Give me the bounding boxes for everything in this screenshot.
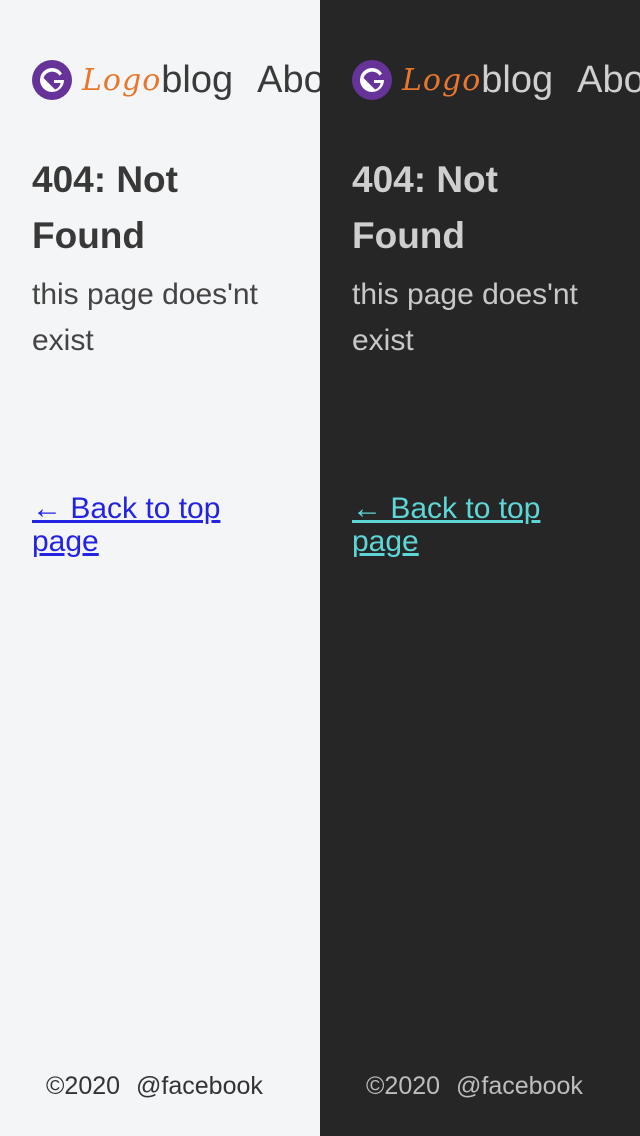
main-content: 404: Not Found this page does'nt exist — [32, 152, 292, 364]
nav-link-about[interactable]: About — [577, 59, 640, 102]
page-description: this page does'nt exist — [352, 278, 578, 357]
site-logo-text[interactable]: Logo — [402, 63, 481, 98]
site-logo-text[interactable]: Logo — [82, 63, 161, 98]
gatsby-icon[interactable] — [352, 60, 392, 100]
dark-theme-panel: Logo blog About 404: Not Found this page… — [320, 0, 640, 1136]
nav-link-blog[interactable]: blog — [481, 59, 553, 102]
copyright-text: ©2020 — [366, 1072, 441, 1100]
theme-comparison: Logo blog About 404: Not Found this page… — [0, 0, 640, 1136]
page-description: this page does'nt exist — [32, 278, 258, 357]
back-to-top-link[interactable]: ← Back to top page — [32, 492, 292, 558]
main-content: 404: Not Found this page does'nt exist — [352, 152, 612, 364]
site-header: Logo blog About — [352, 56, 640, 104]
light-theme-panel: Logo blog About 404: Not Found this page… — [0, 0, 320, 1136]
facebook-link[interactable]: @facebook — [456, 1072, 583, 1100]
nav-link-about[interactable]: About — [257, 59, 320, 102]
facebook-link[interactable]: @facebook — [136, 1072, 263, 1100]
gatsby-icon[interactable] — [32, 60, 72, 100]
page-title: 404: Not Found — [352, 159, 498, 256]
nav-link-blog[interactable]: blog — [161, 59, 233, 102]
page-title: 404: Not Found — [32, 159, 178, 256]
site-footer: ©2020 @facebook — [366, 1072, 583, 1101]
site-footer: ©2020 @facebook — [46, 1072, 263, 1101]
copyright-text: ©2020 — [46, 1072, 121, 1100]
site-header: Logo blog About — [32, 56, 320, 104]
back-to-top-link[interactable]: ← Back to top page — [352, 492, 612, 558]
